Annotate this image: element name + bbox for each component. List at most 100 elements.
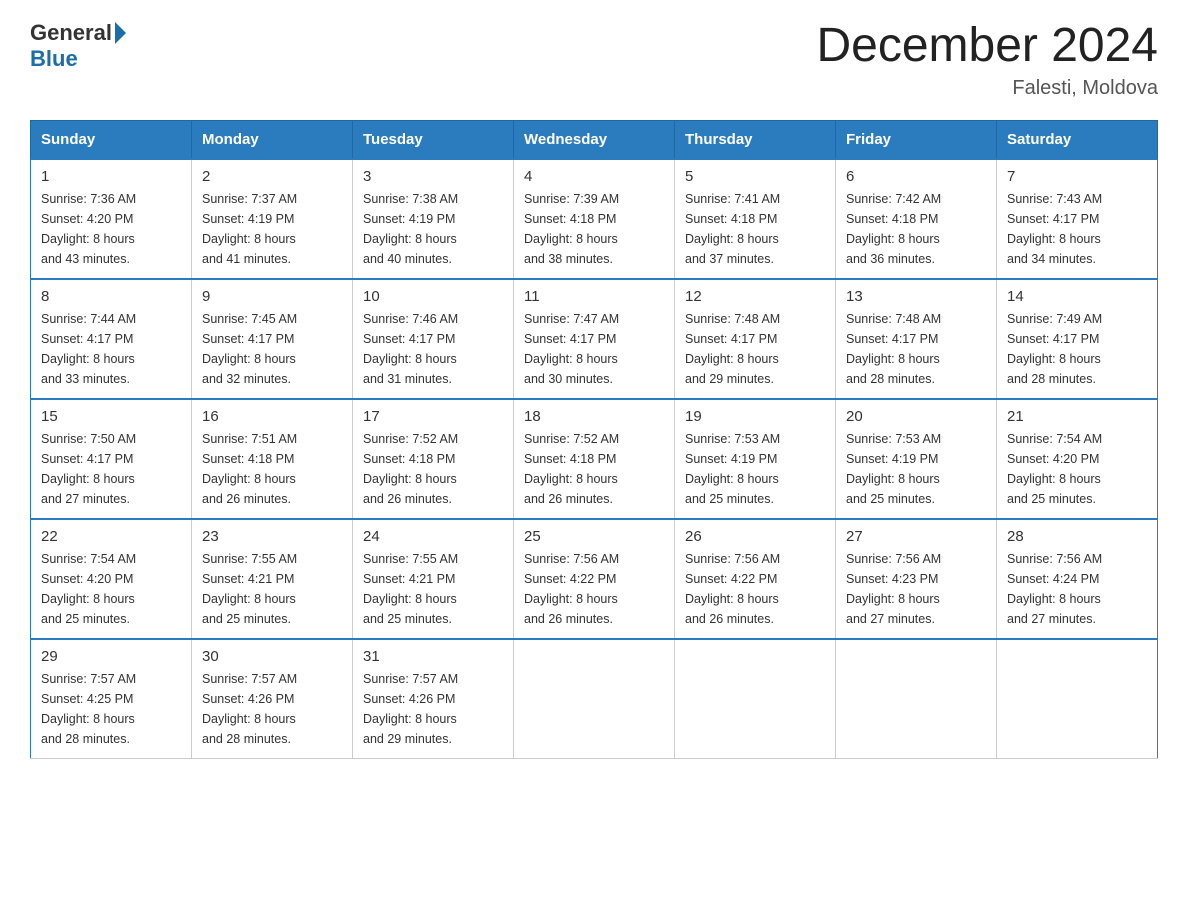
day-info: Sunrise: 7:41 AM Sunset: 4:18 PM Dayligh… xyxy=(685,189,825,269)
calendar-day-cell: 1 Sunrise: 7:36 AM Sunset: 4:20 PM Dayli… xyxy=(31,159,192,279)
calendar-day-cell: 17 Sunrise: 7:52 AM Sunset: 4:18 PM Dayl… xyxy=(353,399,514,519)
day-info: Sunrise: 7:56 AM Sunset: 4:23 PM Dayligh… xyxy=(846,549,986,629)
calendar-day-cell: 2 Sunrise: 7:37 AM Sunset: 4:19 PM Dayli… xyxy=(192,159,353,279)
day-number: 8 xyxy=(41,288,181,305)
day-info: Sunrise: 7:42 AM Sunset: 4:18 PM Dayligh… xyxy=(846,189,986,269)
calendar-day-cell: 27 Sunrise: 7:56 AM Sunset: 4:23 PM Dayl… xyxy=(836,519,997,639)
day-number: 2 xyxy=(202,168,342,185)
calendar-day-cell: 19 Sunrise: 7:53 AM Sunset: 4:19 PM Dayl… xyxy=(675,399,836,519)
calendar-day-cell: 18 Sunrise: 7:52 AM Sunset: 4:18 PM Dayl… xyxy=(514,399,675,519)
day-number: 13 xyxy=(846,288,986,305)
calendar-week-row: 1 Sunrise: 7:36 AM Sunset: 4:20 PM Dayli… xyxy=(31,159,1158,279)
day-info: Sunrise: 7:55 AM Sunset: 4:21 PM Dayligh… xyxy=(202,549,342,629)
day-info: Sunrise: 7:38 AM Sunset: 4:19 PM Dayligh… xyxy=(363,189,503,269)
calendar-day-cell: 21 Sunrise: 7:54 AM Sunset: 4:20 PM Dayl… xyxy=(997,399,1158,519)
calendar-day-cell: 31 Sunrise: 7:57 AM Sunset: 4:26 PM Dayl… xyxy=(353,639,514,759)
calendar-day-cell: 24 Sunrise: 7:55 AM Sunset: 4:21 PM Dayl… xyxy=(353,519,514,639)
calendar-day-cell: 29 Sunrise: 7:57 AM Sunset: 4:25 PM Dayl… xyxy=(31,639,192,759)
header-day-saturday: Saturday xyxy=(997,120,1158,159)
day-info: Sunrise: 7:53 AM Sunset: 4:19 PM Dayligh… xyxy=(846,429,986,509)
day-info: Sunrise: 7:51 AM Sunset: 4:18 PM Dayligh… xyxy=(202,429,342,509)
day-number: 3 xyxy=(363,168,503,185)
calendar-week-row: 8 Sunrise: 7:44 AM Sunset: 4:17 PM Dayli… xyxy=(31,279,1158,399)
day-number: 12 xyxy=(685,288,825,305)
calendar-day-cell xyxy=(675,639,836,759)
day-number: 23 xyxy=(202,528,342,545)
day-number: 28 xyxy=(1007,528,1147,545)
day-info: Sunrise: 7:49 AM Sunset: 4:17 PM Dayligh… xyxy=(1007,309,1147,389)
day-info: Sunrise: 7:43 AM Sunset: 4:17 PM Dayligh… xyxy=(1007,189,1147,269)
calendar-table: SundayMondayTuesdayWednesdayThursdayFrid… xyxy=(30,120,1158,760)
calendar-day-cell: 10 Sunrise: 7:46 AM Sunset: 4:17 PM Dayl… xyxy=(353,279,514,399)
calendar-day-cell: 7 Sunrise: 7:43 AM Sunset: 4:17 PM Dayli… xyxy=(997,159,1158,279)
header-day-tuesday: Tuesday xyxy=(353,120,514,159)
day-number: 7 xyxy=(1007,168,1147,185)
day-number: 9 xyxy=(202,288,342,305)
calendar-day-cell: 15 Sunrise: 7:50 AM Sunset: 4:17 PM Dayl… xyxy=(31,399,192,519)
calendar-day-cell: 9 Sunrise: 7:45 AM Sunset: 4:17 PM Dayli… xyxy=(192,279,353,399)
day-info: Sunrise: 7:45 AM Sunset: 4:17 PM Dayligh… xyxy=(202,309,342,389)
logo: General Blue xyxy=(30,20,126,72)
day-number: 24 xyxy=(363,528,503,545)
day-info: Sunrise: 7:57 AM Sunset: 4:26 PM Dayligh… xyxy=(363,669,503,749)
day-number: 5 xyxy=(685,168,825,185)
calendar-day-cell: 14 Sunrise: 7:49 AM Sunset: 4:17 PM Dayl… xyxy=(997,279,1158,399)
calendar-day-cell: 6 Sunrise: 7:42 AM Sunset: 4:18 PM Dayli… xyxy=(836,159,997,279)
day-number: 19 xyxy=(685,408,825,425)
day-number: 31 xyxy=(363,648,503,665)
calendar-day-cell: 5 Sunrise: 7:41 AM Sunset: 4:18 PM Dayli… xyxy=(675,159,836,279)
day-number: 22 xyxy=(41,528,181,545)
day-info: Sunrise: 7:44 AM Sunset: 4:17 PM Dayligh… xyxy=(41,309,181,389)
day-number: 25 xyxy=(524,528,664,545)
calendar-day-cell: 12 Sunrise: 7:48 AM Sunset: 4:17 PM Dayl… xyxy=(675,279,836,399)
calendar-day-cell xyxy=(836,639,997,759)
calendar-day-cell: 8 Sunrise: 7:44 AM Sunset: 4:17 PM Dayli… xyxy=(31,279,192,399)
header-day-monday: Monday xyxy=(192,120,353,159)
day-number: 17 xyxy=(363,408,503,425)
calendar-day-cell: 30 Sunrise: 7:57 AM Sunset: 4:26 PM Dayl… xyxy=(192,639,353,759)
calendar-day-cell: 23 Sunrise: 7:55 AM Sunset: 4:21 PM Dayl… xyxy=(192,519,353,639)
header-day-friday: Friday xyxy=(836,120,997,159)
calendar-day-cell: 26 Sunrise: 7:56 AM Sunset: 4:22 PM Dayl… xyxy=(675,519,836,639)
day-info: Sunrise: 7:36 AM Sunset: 4:20 PM Dayligh… xyxy=(41,189,181,269)
day-info: Sunrise: 7:56 AM Sunset: 4:22 PM Dayligh… xyxy=(524,549,664,629)
day-info: Sunrise: 7:56 AM Sunset: 4:24 PM Dayligh… xyxy=(1007,549,1147,629)
header-day-sunday: Sunday xyxy=(31,120,192,159)
calendar-day-cell: 4 Sunrise: 7:39 AM Sunset: 4:18 PM Dayli… xyxy=(514,159,675,279)
calendar-day-cell: 13 Sunrise: 7:48 AM Sunset: 4:17 PM Dayl… xyxy=(836,279,997,399)
title-section: December 2024 Falesti, Moldova xyxy=(816,20,1158,100)
header-day-thursday: Thursday xyxy=(675,120,836,159)
day-info: Sunrise: 7:57 AM Sunset: 4:26 PM Dayligh… xyxy=(202,669,342,749)
calendar-week-row: 22 Sunrise: 7:54 AM Sunset: 4:20 PM Dayl… xyxy=(31,519,1158,639)
calendar-day-cell: 16 Sunrise: 7:51 AM Sunset: 4:18 PM Dayl… xyxy=(192,399,353,519)
day-info: Sunrise: 7:57 AM Sunset: 4:25 PM Dayligh… xyxy=(41,669,181,749)
logo-general-text: General xyxy=(30,20,112,46)
day-info: Sunrise: 7:48 AM Sunset: 4:17 PM Dayligh… xyxy=(685,309,825,389)
header-day-wednesday: Wednesday xyxy=(514,120,675,159)
day-number: 15 xyxy=(41,408,181,425)
day-info: Sunrise: 7:54 AM Sunset: 4:20 PM Dayligh… xyxy=(41,549,181,629)
calendar-week-row: 29 Sunrise: 7:57 AM Sunset: 4:25 PM Dayl… xyxy=(31,639,1158,759)
day-info: Sunrise: 7:52 AM Sunset: 4:18 PM Dayligh… xyxy=(363,429,503,509)
calendar-day-cell: 11 Sunrise: 7:47 AM Sunset: 4:17 PM Dayl… xyxy=(514,279,675,399)
day-info: Sunrise: 7:53 AM Sunset: 4:19 PM Dayligh… xyxy=(685,429,825,509)
day-number: 14 xyxy=(1007,288,1147,305)
day-info: Sunrise: 7:46 AM Sunset: 4:17 PM Dayligh… xyxy=(363,309,503,389)
day-number: 4 xyxy=(524,168,664,185)
day-number: 20 xyxy=(846,408,986,425)
location-text: Falesti, Moldova xyxy=(816,77,1158,100)
day-info: Sunrise: 7:54 AM Sunset: 4:20 PM Dayligh… xyxy=(1007,429,1147,509)
day-number: 27 xyxy=(846,528,986,545)
month-title: December 2024 xyxy=(816,20,1158,73)
calendar-day-cell: 28 Sunrise: 7:56 AM Sunset: 4:24 PM Dayl… xyxy=(997,519,1158,639)
day-info: Sunrise: 7:48 AM Sunset: 4:17 PM Dayligh… xyxy=(846,309,986,389)
logo-triangle-icon xyxy=(115,22,126,44)
day-info: Sunrise: 7:39 AM Sunset: 4:18 PM Dayligh… xyxy=(524,189,664,269)
calendar-header-row: SundayMondayTuesdayWednesdayThursdayFrid… xyxy=(31,120,1158,159)
day-number: 18 xyxy=(524,408,664,425)
day-number: 29 xyxy=(41,648,181,665)
calendar-day-cell: 3 Sunrise: 7:38 AM Sunset: 4:19 PM Dayli… xyxy=(353,159,514,279)
day-number: 30 xyxy=(202,648,342,665)
day-info: Sunrise: 7:50 AM Sunset: 4:17 PM Dayligh… xyxy=(41,429,181,509)
calendar-day-cell: 20 Sunrise: 7:53 AM Sunset: 4:19 PM Dayl… xyxy=(836,399,997,519)
